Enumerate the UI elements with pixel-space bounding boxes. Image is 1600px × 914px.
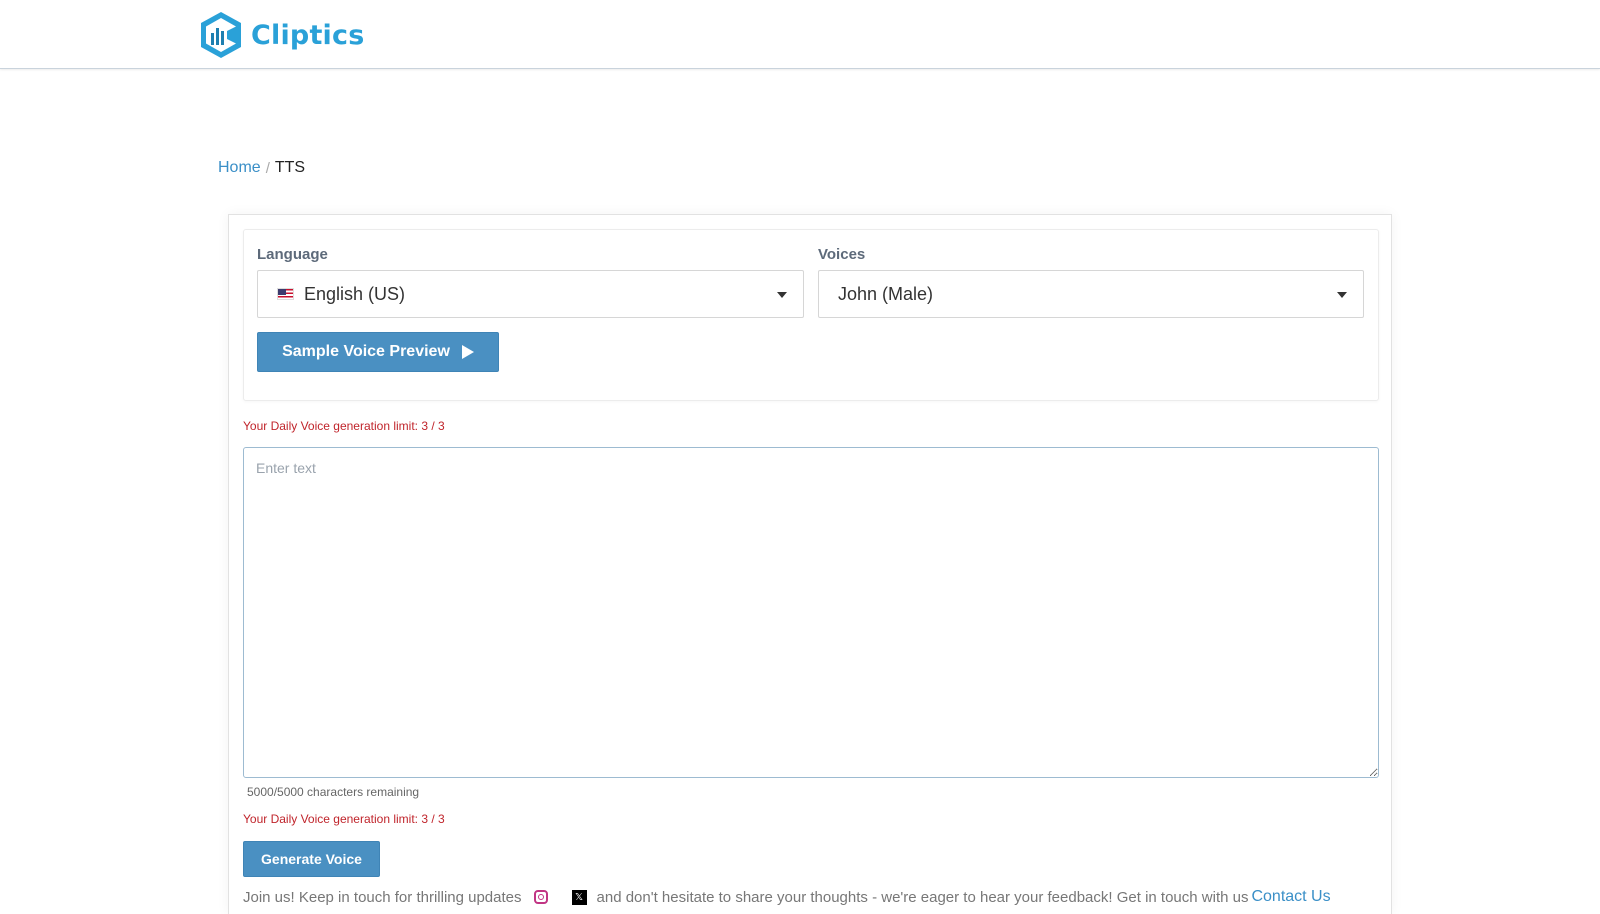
cliptics-logo-icon	[201, 12, 241, 58]
play-icon	[461, 345, 474, 359]
caret-down-icon	[1337, 292, 1347, 298]
voices-select[interactable]: John (Male)	[818, 270, 1364, 318]
footer-text-after: and don't hesitate to share your thought…	[596, 888, 1249, 906]
brand-logo[interactable]: Cliptics	[199, 10, 365, 60]
generate-voice-label: Generate Voice	[261, 851, 362, 867]
top-navbar: Cliptics	[0, 0, 1600, 69]
breadcrumb: Home / TTS	[218, 159, 305, 177]
brand-name: Cliptics	[251, 19, 365, 51]
voices-label: Voices	[818, 246, 866, 263]
us-flag-icon	[277, 288, 294, 300]
characters-remaining: 5000/5000 characters remaining	[247, 785, 420, 799]
breadcrumb-separator: /	[265, 159, 270, 177]
sample-voice-preview-button[interactable]: Sample Voice Preview	[257, 332, 499, 372]
voice-selected-value: John (Male)	[838, 283, 934, 304]
language-selected-value: English (US)	[304, 283, 406, 304]
tts-text-input[interactable]	[243, 447, 1379, 778]
generate-voice-button[interactable]: Generate Voice	[243, 841, 380, 877]
instagram-icon[interactable]	[533, 890, 548, 904]
breadcrumb-home-link[interactable]: Home	[218, 159, 261, 177]
footer-message: Join us! Keep in touch for thrilling upd…	[243, 888, 1331, 906]
footer-text-before: Join us! Keep in touch for thrilling upd…	[243, 888, 522, 906]
caret-down-icon	[777, 292, 787, 298]
breadcrumb-current: TTS	[274, 159, 306, 176]
daily-limit-text-bottom: Your Daily Voice generation limit: 3 / 3	[243, 812, 445, 826]
contact-us-link[interactable]: Contact Us	[1251, 888, 1330, 906]
x-icon[interactable]: 𝕏	[571, 889, 587, 905]
daily-limit-text: Your Daily Voice generation limit: 3 / 3	[243, 419, 445, 433]
language-select[interactable]: English (US)	[257, 270, 804, 318]
sample-voice-preview-label: Sample Voice Preview	[282, 343, 450, 360]
language-label: Language	[257, 246, 328, 263]
